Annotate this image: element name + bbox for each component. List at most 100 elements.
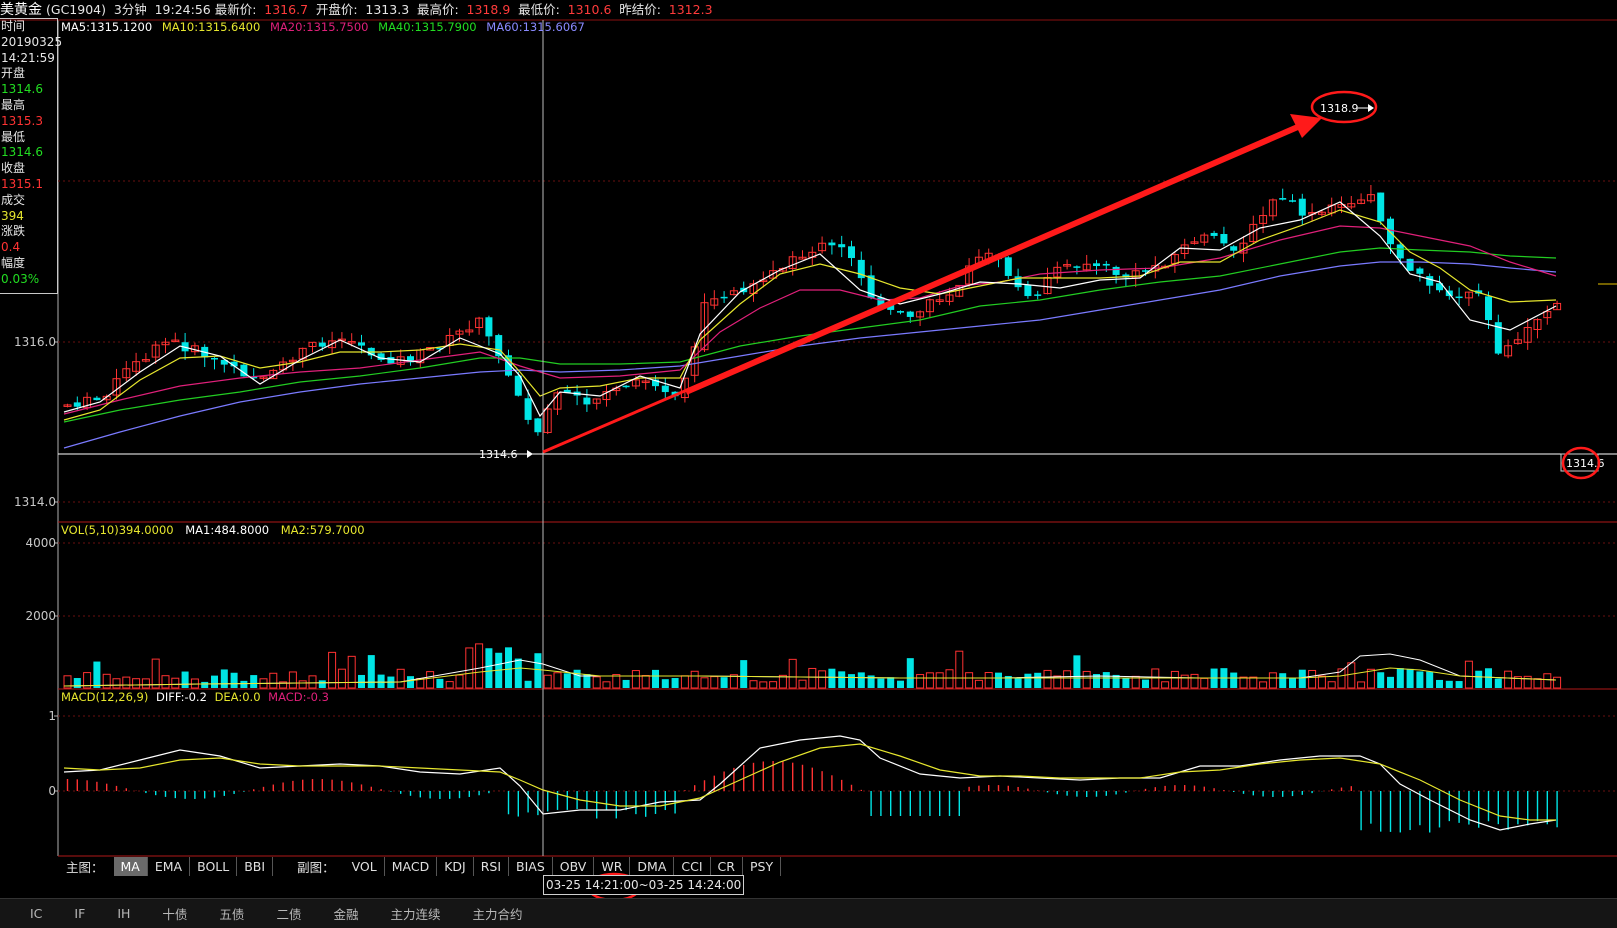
bar-info-panel: 时间 20190325 14:21:59 开盘 1314.6 最高 1315.3… bbox=[0, 18, 62, 294]
bottom-tab-ic[interactable]: IC bbox=[0, 906, 60, 921]
candle-body bbox=[524, 398, 532, 420]
ma5-legend: MA5:1315.1200 bbox=[61, 20, 152, 34]
tab-macd[interactable]: MACD bbox=[385, 856, 438, 876]
volume-bar bbox=[1239, 676, 1248, 689]
info-change-label: 涨跌 bbox=[1, 224, 26, 239]
volume-bar bbox=[553, 672, 562, 689]
volume-bar bbox=[240, 680, 248, 688]
volume-bar bbox=[641, 674, 650, 689]
tab-kdj[interactable]: KDJ bbox=[437, 856, 474, 876]
volume-bar bbox=[984, 672, 993, 689]
volume-bar bbox=[1553, 676, 1562, 689]
volume-bar bbox=[1485, 668, 1492, 688]
volume-bar bbox=[671, 678, 679, 688]
candle-body bbox=[211, 357, 218, 360]
volume-bar bbox=[407, 676, 414, 688]
volume-bar bbox=[318, 680, 326, 688]
volume-bar bbox=[436, 678, 444, 688]
tab-ma[interactable]: MA bbox=[113, 856, 148, 876]
candle-body bbox=[1279, 198, 1287, 200]
volume-bar bbox=[1289, 678, 1296, 688]
volume-bar bbox=[622, 679, 630, 688]
candle-body bbox=[1406, 258, 1414, 271]
tab-ema[interactable]: EMA bbox=[148, 856, 191, 876]
vol-legend-ma1: MA1:484.8000 bbox=[185, 523, 269, 537]
bottom-tab-if[interactable]: IF bbox=[60, 906, 103, 921]
vol-ma1-line bbox=[63, 653, 1557, 687]
time-range-start-date: 03-25 bbox=[546, 878, 581, 892]
volume-bar bbox=[347, 655, 356, 689]
bottom-tab-2y-bond[interactable]: 二债 bbox=[262, 904, 319, 923]
ma40-legend: MA40:1315.7900 bbox=[378, 20, 477, 34]
volume-bar bbox=[1494, 678, 1502, 688]
tab-dma[interactable]: DMA bbox=[630, 856, 675, 876]
macd-axis-0: 0 bbox=[48, 784, 56, 798]
bottom-tab-ih[interactable]: IH bbox=[103, 906, 148, 921]
info-low-label: 最低 bbox=[1, 129, 26, 144]
ma10-line bbox=[63, 209, 1557, 421]
volume-bar bbox=[543, 674, 552, 689]
kline-chart[interactable]: 1314.6 1318.9 1314.6 1316.0 1314.0 4000 … bbox=[0, 0, 1617, 898]
volume-bar bbox=[445, 681, 454, 689]
bottom-tab-main-contract[interactable]: 主力合约 bbox=[458, 904, 540, 923]
volume-bar bbox=[1396, 668, 1404, 688]
candle-body bbox=[1485, 296, 1492, 321]
volume-bar bbox=[935, 672, 944, 689]
ma40-line bbox=[63, 247, 1557, 423]
volume-bar bbox=[524, 680, 532, 688]
volume-bar bbox=[505, 647, 512, 688]
volume-bar bbox=[1190, 673, 1199, 689]
info-high-label: 最高 bbox=[1, 97, 26, 112]
volume-bar bbox=[230, 672, 238, 688]
volume-bar bbox=[818, 670, 827, 689]
volume-bar bbox=[1161, 681, 1170, 689]
volume-bar bbox=[1230, 672, 1238, 688]
volume-bar bbox=[1426, 671, 1434, 688]
volume-bar bbox=[298, 680, 307, 689]
volume-bar bbox=[1142, 679, 1149, 688]
macd-legend: MACD(12,26,9) DIFF:-0.2 DEA:0.0 MACD:-0.… bbox=[61, 690, 329, 704]
volume-bar bbox=[269, 672, 278, 689]
candle-body bbox=[1289, 200, 1296, 202]
volume-bar bbox=[93, 661, 101, 688]
tab-wr[interactable]: WR bbox=[594, 856, 631, 876]
volume-bar bbox=[1259, 681, 1268, 689]
volume-bar bbox=[974, 679, 983, 689]
volume-bar bbox=[945, 669, 954, 689]
volume-bar bbox=[563, 673, 571, 688]
volume-bar bbox=[995, 672, 1002, 688]
bottom-tab-5y-bond[interactable]: 五债 bbox=[205, 904, 262, 923]
volume-bar bbox=[190, 678, 199, 689]
tab-psy[interactable]: PSY bbox=[743, 856, 782, 876]
candle-body bbox=[534, 418, 542, 433]
info-open-label: 开盘 bbox=[1, 66, 26, 81]
volume-bar bbox=[1475, 670, 1483, 688]
tab-bias[interactable]: BIAS bbox=[509, 856, 553, 876]
volume-bar bbox=[211, 675, 218, 688]
bottom-tab-main-continuous[interactable]: 主力连续 bbox=[376, 904, 458, 923]
candle-body bbox=[828, 242, 836, 246]
bottom-tab-10y-bond[interactable]: 十债 bbox=[148, 904, 205, 923]
bottom-tab-finance[interactable]: 金融 bbox=[319, 904, 376, 923]
tab-rsi[interactable]: RSI bbox=[474, 856, 510, 876]
tab-cci[interactable]: CCI bbox=[674, 856, 711, 876]
volume-bar bbox=[1464, 660, 1473, 689]
volume-bar bbox=[1455, 681, 1463, 688]
candle-body bbox=[838, 244, 846, 248]
volume-bar bbox=[1170, 670, 1179, 689]
tab-cr[interactable]: CR bbox=[711, 856, 743, 876]
tab-bbi[interactable]: BBI bbox=[237, 856, 274, 876]
candle-body bbox=[387, 357, 395, 364]
volume-bar bbox=[1249, 676, 1258, 689]
volume-bar bbox=[132, 678, 141, 689]
tab-boll[interactable]: BOLL bbox=[190, 856, 238, 876]
volume-bar bbox=[181, 671, 189, 688]
volume-bar bbox=[514, 658, 522, 688]
volume-bar bbox=[475, 643, 484, 689]
volume-bar bbox=[358, 674, 365, 688]
candle-body bbox=[1073, 266, 1081, 268]
volume-bar bbox=[749, 680, 758, 689]
tab-obv[interactable]: OBV bbox=[553, 856, 595, 876]
volume-bar bbox=[955, 650, 964, 689]
tab-vol[interactable]: VOL bbox=[345, 856, 385, 876]
